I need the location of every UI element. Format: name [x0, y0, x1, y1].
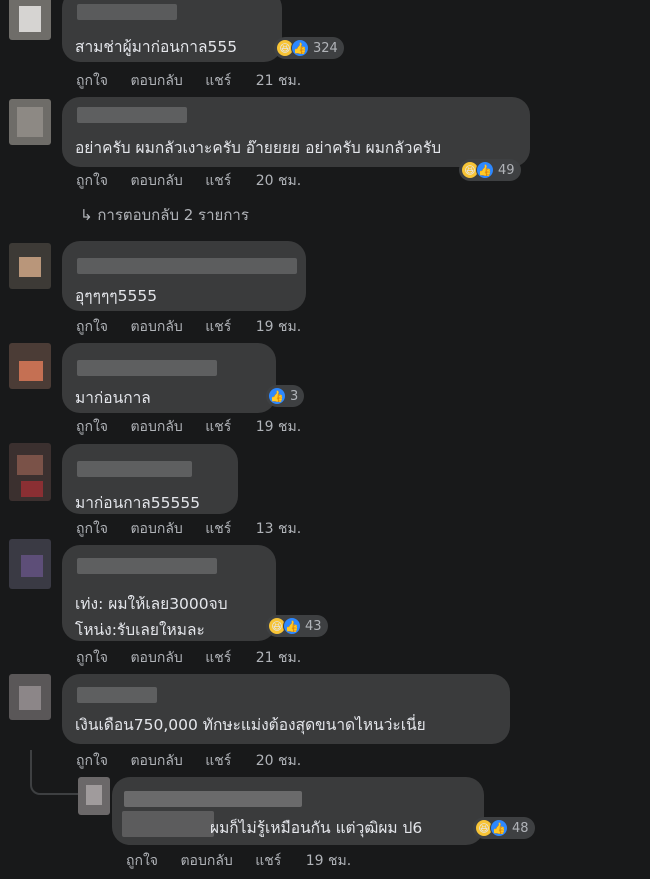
comment-actions: ถูกใจ ตอบกลับ แชร์ 21 ชม. — [76, 70, 319, 92]
like-thumb-icon: 👍 — [268, 387, 286, 405]
avatar[interactable] — [9, 0, 51, 40]
author-name-blurred[interactable] — [77, 558, 217, 574]
reply-link[interactable]: ตอบกลับ — [180, 850, 232, 872]
reaction-summary[interactable]: 😆 👍 324 — [274, 37, 344, 59]
like-thumb-icon: 👍 — [283, 617, 301, 635]
reaction-summary[interactable]: 😆 👍 43 — [266, 615, 328, 637]
like-link[interactable]: ถูกใจ — [76, 750, 108, 772]
timestamp[interactable]: 19 ชม. — [306, 850, 351, 872]
comment-text: ผมก็ไม่รู้เหมือนกัน แต่วุฒิผม ป6 — [210, 819, 423, 837]
comment-bubble: อุๆๆๆๆ5555 — [62, 241, 306, 311]
avatar[interactable] — [9, 343, 51, 389]
comment-text-line-1: เท่ง: ผมให้เลย3000จบ — [75, 595, 228, 613]
reply-arrow-icon: ↳ — [80, 206, 98, 224]
author-name-blurred[interactable] — [124, 791, 302, 807]
comment-bubble: อย่าครับ ผมกลัวเงาะครับ อ๊ายยยย อย่าครับ… — [62, 97, 530, 167]
comment-actions: ถูกใจ ตอบกลับ แชร์ 19 ชม. — [126, 850, 369, 872]
share-link[interactable]: แชร์ — [205, 750, 231, 772]
comment-actions: ถูกใจ ตอบกลับ แชร์ 20 ชม. — [76, 750, 319, 772]
comment-bubble: ผมก็ไม่รู้เหมือนกัน แต่วุฒิผม ป6 — [112, 777, 484, 845]
comment-bubble: สามช่าผู้มาก่อนกาล555 — [62, 0, 282, 62]
comment-bubble: เงินเดือน750,000 ทักษะแม่งต้องสุดขนาดไหน… — [62, 674, 510, 744]
author-name-blurred[interactable] — [77, 107, 187, 123]
like-thumb-icon: 👍 — [476, 161, 494, 179]
comment-text: มาก่อนกาล55555 — [75, 494, 201, 512]
reply-link[interactable]: ตอบกลับ — [130, 647, 182, 669]
comment-2: อย่าครับ ผมกลัวเงาะครับ อ๊ายยยย อย่าครับ… — [0, 95, 650, 235]
like-thumb-icon: 👍 — [291, 39, 309, 57]
avatar[interactable] — [78, 777, 110, 815]
avatar[interactable] — [9, 443, 51, 501]
author-name-blurred — [122, 811, 214, 837]
comment-bubble: มาก่อนกาล55555 — [62, 444, 238, 514]
reaction-summary[interactable]: 😆 👍 49 — [459, 159, 521, 181]
like-link[interactable]: ถูกใจ — [76, 70, 108, 92]
comment-actions: ถูกใจ ตอบกลับ แชร์ 21 ชม. — [76, 647, 319, 669]
comment-text-line-2: โหน่ง:รับเลยใหมละ — [75, 621, 205, 639]
comment-bubble: เท่ง: ผมให้เลย3000จบ โหน่ง:รับเลยใหมละ — [62, 545, 276, 641]
like-link[interactable]: ถูกใจ — [76, 170, 108, 192]
share-link[interactable]: แชร์ — [205, 170, 231, 192]
avatar[interactable] — [9, 539, 51, 589]
author-name-blurred[interactable] — [77, 258, 297, 274]
reply-comment: ผมก็ไม่รู้เหมือนกัน แต่วุฒิผม ป6 😆 👍 48 … — [0, 775, 650, 879]
reply-link[interactable]: ตอบกลับ — [130, 70, 182, 92]
like-thumb-icon: 👍 — [490, 819, 508, 837]
view-replies-link[interactable]: ↳ การตอบกลับ 2 รายการ — [80, 203, 249, 227]
avatar[interactable] — [9, 99, 51, 145]
reaction-summary[interactable]: 😆 👍 48 — [473, 817, 535, 839]
comment-7: เงินเดือน750,000 ทักษะแม่งต้องสุดขนาดไหน… — [0, 670, 650, 775]
share-link[interactable]: แชร์ — [255, 850, 281, 872]
comment-text: เงินเดือน750,000 ทักษะแม่งต้องสุดขนาดไหน… — [75, 716, 426, 734]
comment-6: เท่ง: ผมให้เลย3000จบ โหน่ง:รับเลยใหมละ 😆… — [0, 535, 650, 670]
reply-link[interactable]: ตอบกลับ — [130, 170, 182, 192]
comment-text: มาก่อนกาล — [75, 389, 151, 407]
avatar[interactable] — [9, 243, 51, 289]
reaction-summary[interactable]: 👍 3 — [266, 385, 305, 407]
comment-text: สามช่าผู้มาก่อนกาล555 — [75, 38, 238, 56]
share-link[interactable]: แชร์ — [205, 647, 231, 669]
author-name-blurred[interactable] — [77, 687, 157, 703]
comment-text: อย่าครับ ผมกลัวเงาะครับ อ๊ายยยย อย่าครับ… — [75, 139, 442, 157]
comment-3: อุๆๆๆๆ5555 ถูกใจ ตอบกลับ แชร์ 19 ชม. — [0, 235, 650, 335]
author-name-blurred[interactable] — [77, 461, 192, 477]
comment-1: สามช่าผู้มาก่อนกาล555 😆 👍 324 ถูกใจ ตอบก… — [0, 0, 650, 95]
comment-actions: ถูกใจ ตอบกลับ แชร์ 20 ชม. — [76, 170, 319, 192]
comment-5: มาก่อนกาล55555 ถูกใจ ตอบกลับ แชร์ 13 ชม. — [0, 435, 650, 537]
timestamp[interactable]: 21 ชม. — [256, 647, 301, 669]
avatar[interactable] — [9, 674, 51, 720]
comment-4: มาก่อนกาล 👍 3 ถูกใจ ตอบกลับ แชร์ 19 ชม. — [0, 335, 650, 435]
like-link[interactable]: ถูกใจ — [76, 647, 108, 669]
reply-link[interactable]: ตอบกลับ — [130, 750, 182, 772]
timestamp[interactable]: 20 ชม. — [256, 170, 301, 192]
timestamp[interactable]: 21 ชม. — [256, 70, 301, 92]
comment-text: อุๆๆๆๆ5555 — [75, 287, 158, 305]
like-link[interactable]: ถูกใจ — [126, 850, 158, 872]
author-name-blurred[interactable] — [77, 4, 177, 20]
author-name-blurred[interactable] — [77, 360, 217, 376]
comment-bubble: มาก่อนกาล — [62, 343, 276, 413]
share-link[interactable]: แชร์ — [205, 70, 231, 92]
timestamp[interactable]: 20 ชม. — [256, 750, 301, 772]
